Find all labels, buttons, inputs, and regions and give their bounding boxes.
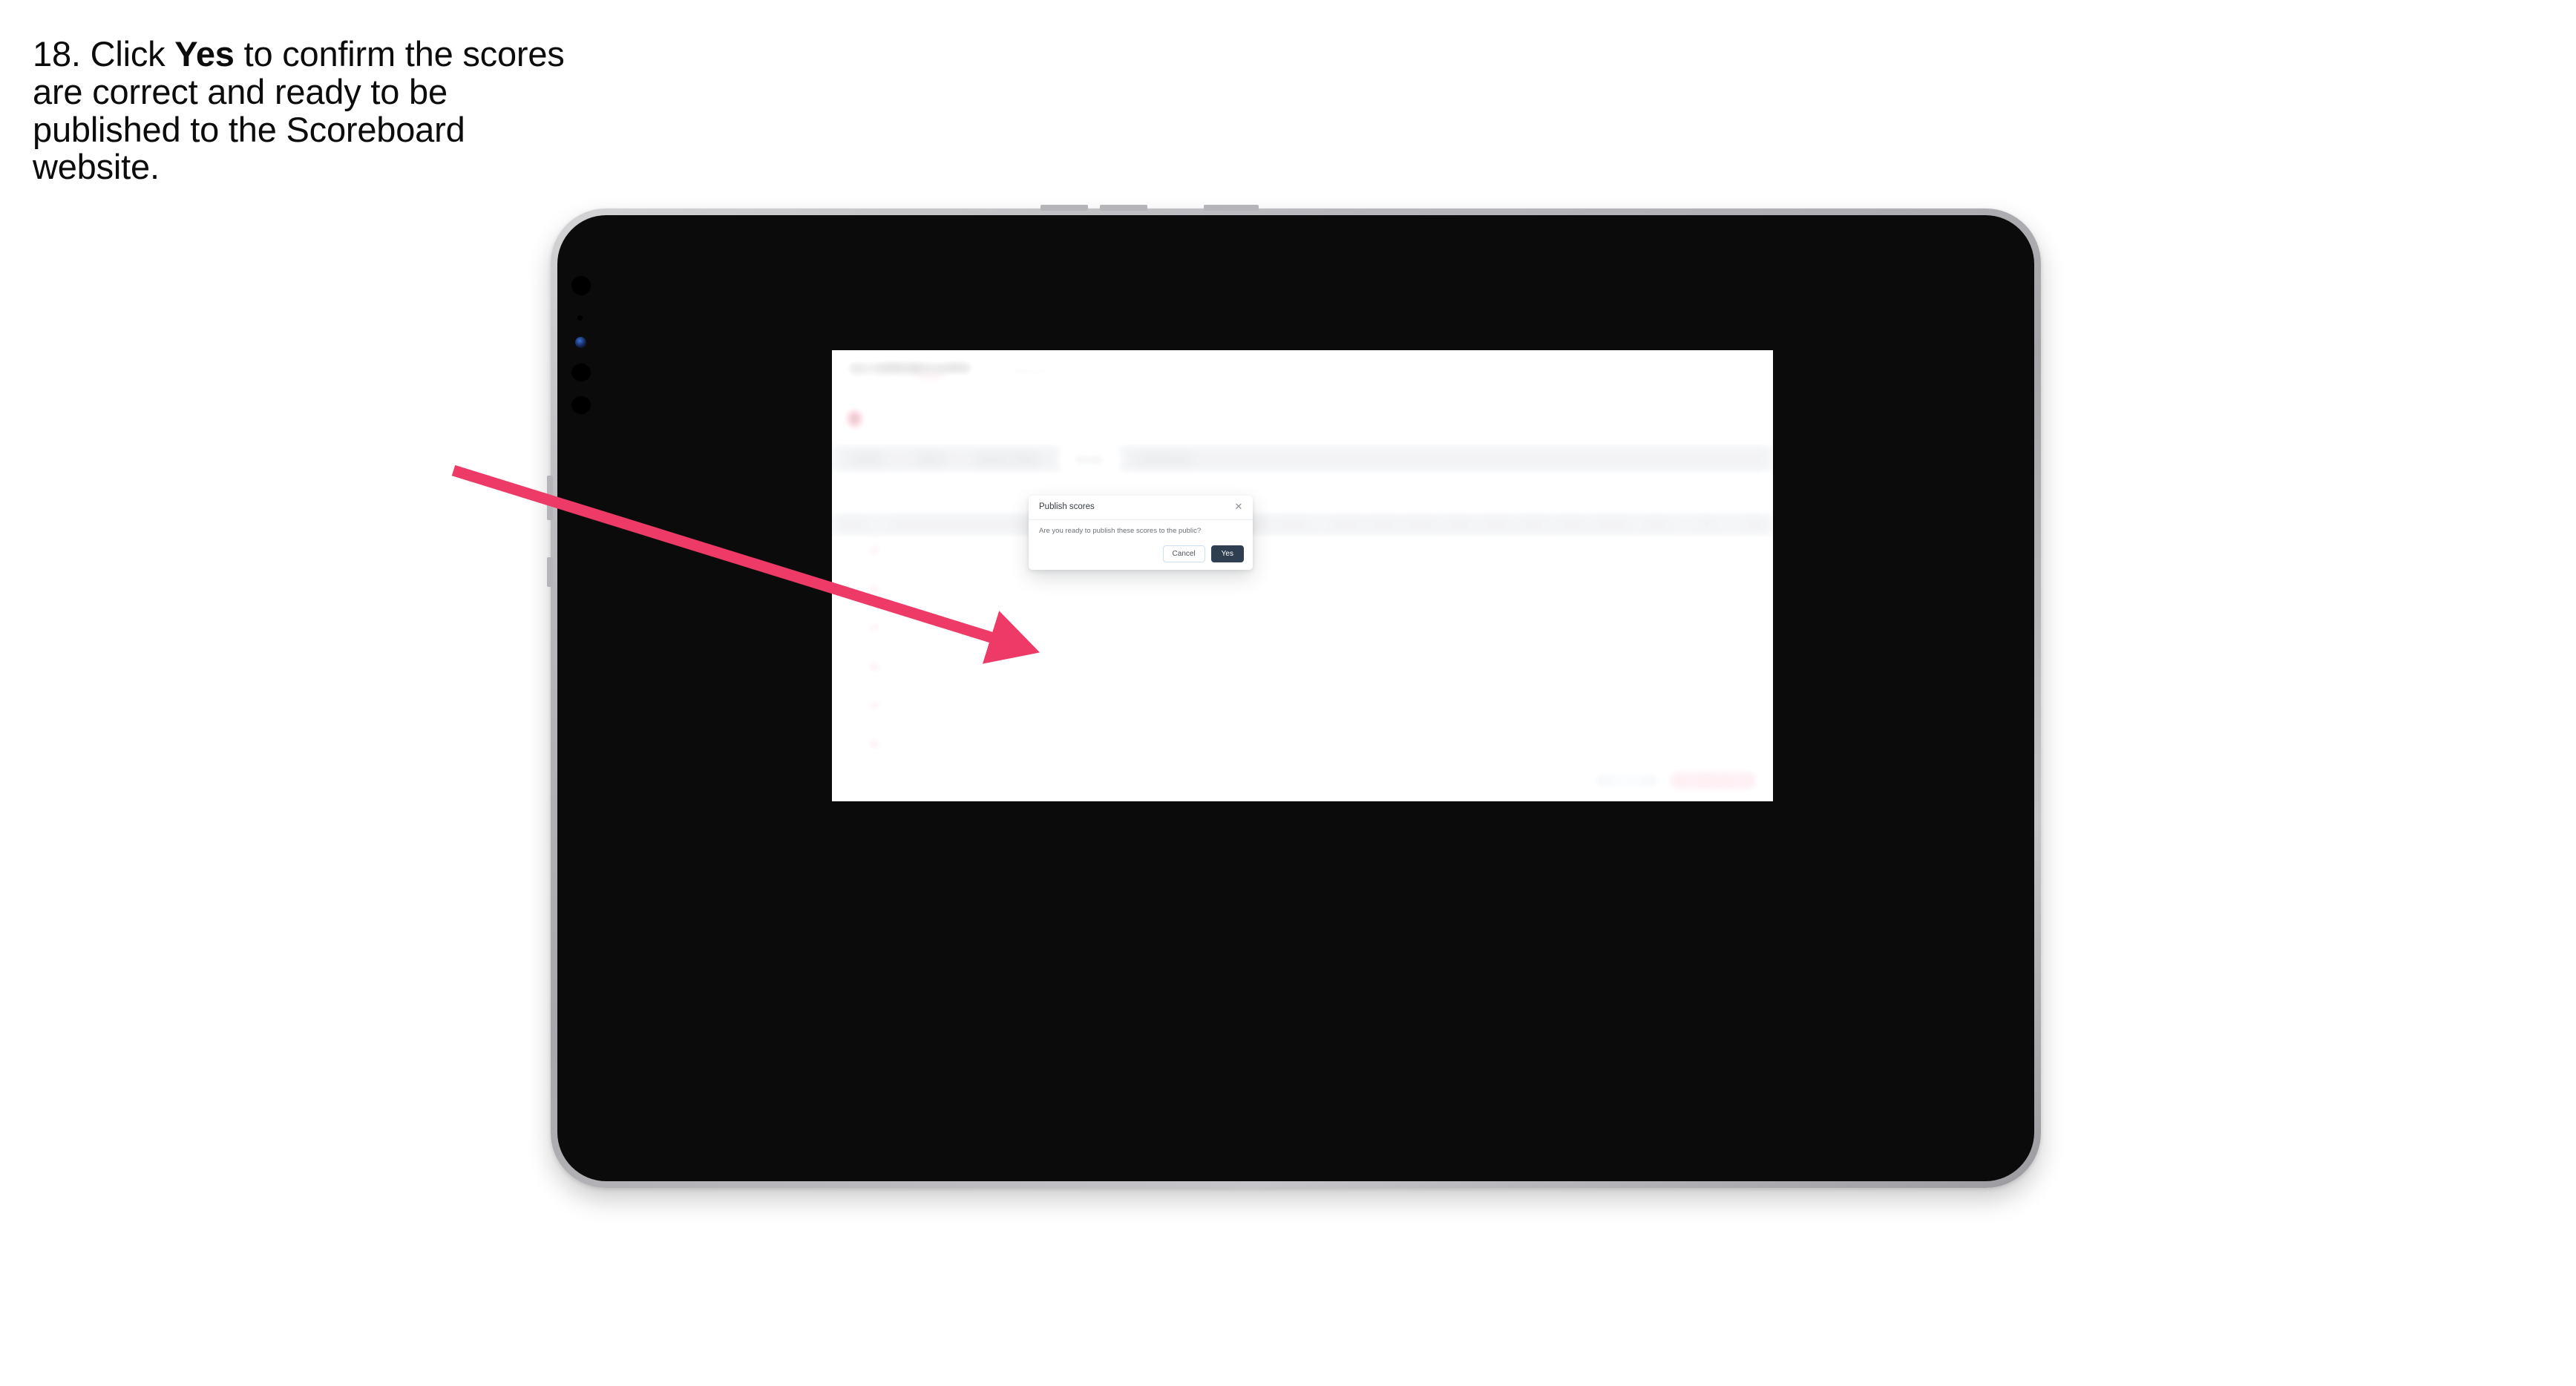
col-14[interactable]: 14 <box>1585 519 1594 528</box>
tab-details[interactable]: Details <box>842 447 893 470</box>
row-checkbox[interactable] <box>847 706 857 717</box>
event-level-label: Level 3 <box>1725 415 1757 426</box>
volume-down-button[interactable] <box>1100 205 1147 211</box>
sign-out-link[interactable]: Sign out <box>1721 366 1757 377</box>
page-root: 18. Click Yes to confirm the scores are … <box>0 0 2576 1386</box>
user-name-label[interactable]: Tom Catte <box>1658 366 1702 377</box>
col-12[interactable]: 12 <box>1511 519 1520 528</box>
row-checkbox[interactable] <box>847 552 857 562</box>
event-tag: 2024 <box>1023 416 1047 427</box>
tab-session-setup[interactable]: Session Setup <box>966 447 1049 470</box>
dialog-message: Are you ready to publish these scores to… <box>1039 527 1202 535</box>
player-name: Maxine Torrance <box>885 545 956 555</box>
yes-button[interactable]: Yes <box>1210 545 1244 562</box>
step-number: 18. <box>33 34 81 73</box>
table-toolbar: This Session Round 1 Table Only <box>832 475 1773 510</box>
flag-icon <box>868 585 881 594</box>
event-title-bar: Flood Invitational 2024 Level 3 <box>832 396 1773 442</box>
nav-item-0[interactable]: Thunderpoint 512 <box>990 365 1078 378</box>
player-name: Elena Reynold <box>885 583 947 594</box>
dialog-title: Publish scores <box>1039 502 1095 511</box>
flag-icon <box>868 739 881 748</box>
medal-icon <box>848 411 861 427</box>
footer-status-note: Scores published successfully <box>847 775 966 786</box>
microphone-icon <box>571 364 591 381</box>
table-header-row: Player 1 2 3 4 5 6 7 Total 8 9 10 11 12 <box>832 510 1773 539</box>
instruction-text-before: Click <box>90 34 175 73</box>
side-switch[interactable] <box>547 476 553 520</box>
row-checkbox[interactable] <box>847 668 857 678</box>
filter-session[interactable]: This Session <box>1504 482 1582 502</box>
filter-round[interactable]: Round 1 <box>1590 482 1665 502</box>
volume-up-button[interactable] <box>1040 205 1088 211</box>
nav-item-1[interactable]: Events <box>1107 365 1141 378</box>
power-button[interactable] <box>1204 205 1259 211</box>
table-row[interactable]: Chloe Wakeman Northgate Township <box>832 654 1773 693</box>
table-row[interactable]: Olivia Wagn Silverbrook Academy <box>832 693 1773 732</box>
col-9[interactable]: 9 <box>1400 519 1404 528</box>
save-all-button[interactable]: Save All <box>1590 769 1663 792</box>
row-checkbox[interactable] <box>847 591 857 601</box>
table-row[interactable]: Elena Reynold Coastal College <box>832 577 1773 616</box>
app-header: SCOREBOARD POWERED BY SPORT Thunderpoint… <box>832 350 1773 396</box>
app-logo-badge: SPORT <box>915 378 945 386</box>
nav-active-underline <box>984 390 1078 393</box>
flag-icon <box>868 700 881 709</box>
col-overall[interactable]: Overall <box>1715 519 1742 528</box>
front-camera-icon <box>575 337 586 348</box>
event-name: Flood Invitational <box>871 413 988 429</box>
tab-teams[interactable]: Teams <box>906 447 955 470</box>
col-13[interactable]: 13 <box>1548 519 1557 528</box>
col-player[interactable]: Player <box>868 519 891 528</box>
player-name: Olivia Wagn <box>885 699 937 709</box>
flag-icon <box>868 623 881 632</box>
publish-confirm-button[interactable]: Publish and Confirm <box>1669 769 1758 792</box>
cancel-button[interactable]: Cancel <box>1162 545 1205 562</box>
tablet-screen-bezel: SCOREBOARD POWERED BY SPORT Thunderpoint… <box>557 215 2034 1181</box>
instruction-bold-word: Yes <box>174 34 235 73</box>
player-team: Silverbrook Academy <box>868 712 937 720</box>
player-team: Coastal College <box>868 597 920 605</box>
tab-leaderboard[interactable]: Leaderboard <box>1125 447 1201 470</box>
tablet-device: SCOREBOARD POWERED BY SPORT Thunderpoint… <box>547 205 2041 1188</box>
speaker-hole-icon <box>571 276 591 295</box>
table-row[interactable]: Cameron Butterfield <box>832 616 1773 654</box>
sim-tray <box>547 557 553 587</box>
app-logo[interactable]: SCOREBOARD <box>848 361 973 378</box>
ambient-light-sensor-icon <box>577 315 583 321</box>
flag-icon <box>868 546 881 555</box>
col-8[interactable]: 8 <box>1363 519 1367 528</box>
app-footer-bar: Scores published successfully Cancel Sav… <box>832 758 1773 801</box>
app-logo-subtitle: POWERED BY <box>848 378 911 387</box>
col-penalty[interactable]: Penalty <box>1671 519 1699 528</box>
footer-cancel-link[interactable]: Cancel <box>1551 775 1579 786</box>
table-row[interactable]: Maxine Torrance Ravens Athletics <box>832 539 1773 577</box>
dialog-actions: Cancel Yes <box>1162 545 1244 562</box>
player-team: Northgate Township <box>868 674 934 682</box>
dialog-header: Publish scores ✕ <box>1029 496 1253 520</box>
blurred-app-background: SCOREBOARD POWERED BY SPORT Thunderpoint… <box>832 350 1773 801</box>
proximity-sensor-icon <box>571 396 591 414</box>
table-body: Maxine Torrance Ravens Athletics Elena R… <box>832 539 1773 798</box>
col-10[interactable]: 10 <box>1437 519 1446 528</box>
col-11[interactable]: 11 <box>1474 519 1482 528</box>
player-name: Rose Ellis <box>885 738 928 748</box>
flag-icon <box>868 662 881 671</box>
row-checkbox[interactable] <box>847 745 857 755</box>
col-7[interactable]: 7 <box>1274 519 1278 528</box>
close-icon[interactable]: ✕ <box>1233 500 1245 512</box>
player-name: Chloe Wakeman <box>885 660 954 671</box>
filter-table[interactable]: Table Only <box>1672 482 1754 502</box>
publish-scores-dialog: Publish scores ✕ Are you ready to publis… <box>1029 496 1253 570</box>
player-name: Cameron Butterfield <box>885 622 971 632</box>
row-checkbox[interactable] <box>847 629 857 640</box>
instruction-caption: 18. Click Yes to confirm the scores are … <box>33 34 597 186</box>
tab-strip: Details Teams Session Setup Results Lead… <box>832 442 1773 475</box>
col-total[interactable]: Total <box>1311 519 1329 528</box>
col-sub[interactable]: Sub <box>1630 519 1645 528</box>
tab-results[interactable]: Results <box>1062 447 1118 470</box>
player-team: Ravens Athletics <box>868 558 922 566</box>
app-screen: SCOREBOARD POWERED BY SPORT Thunderpoint… <box>832 350 1773 801</box>
